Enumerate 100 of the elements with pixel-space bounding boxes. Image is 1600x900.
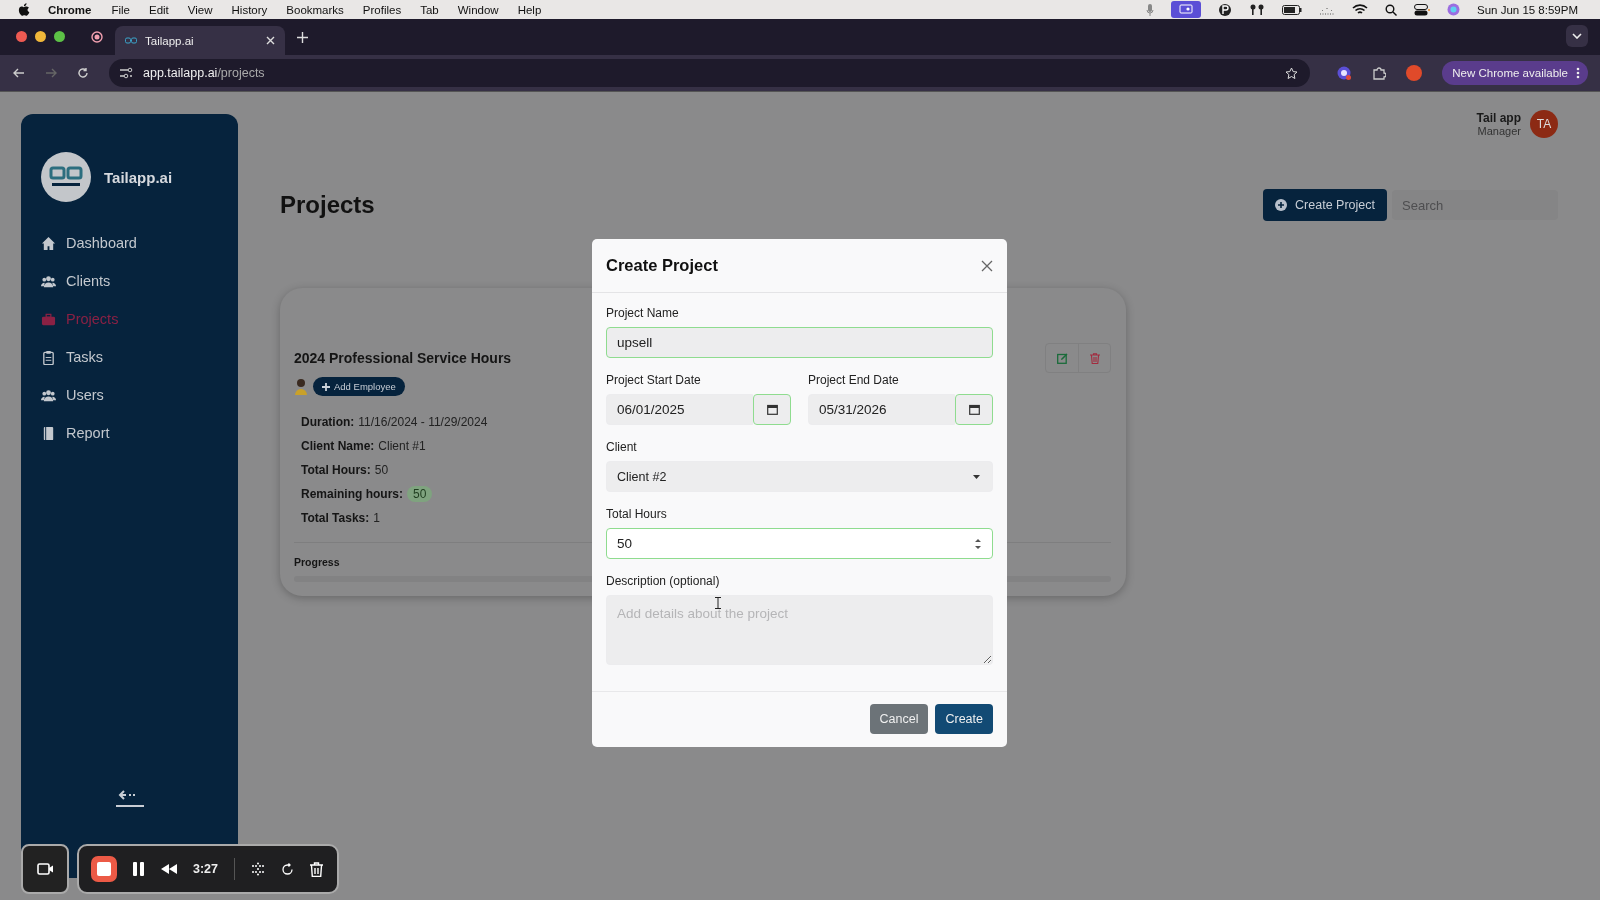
field-label: Total Hours [606, 507, 668, 521]
new-tab-icon[interactable] [297, 32, 308, 43]
menu-item[interactable]: Window [457, 3, 499, 16]
menu-item[interactable]: Profiles [362, 3, 402, 16]
record-icon[interactable] [91, 31, 103, 43]
restart-icon[interactable] [281, 862, 295, 876]
edit-icon [1056, 352, 1068, 364]
glasses-icon [49, 166, 83, 188]
detail-value: 11/16/2024 - 11/29/2024 [358, 415, 488, 429]
add-employee-button[interactable]: Add Employee [313, 377, 405, 396]
home-icon [41, 235, 56, 251]
screen-share-icon[interactable] [1171, 1, 1201, 18]
detail-value: 1 [373, 511, 380, 525]
pause-icon[interactable] [133, 862, 145, 876]
user-role: Manager [1477, 125, 1521, 137]
trash-icon[interactable] [310, 861, 324, 877]
control-center-icon[interactable] [1414, 3, 1430, 16]
input-field[interactable]: upsell [606, 327, 993, 358]
clock-text[interactable]: Sun Jun 15 8:59PM [1477, 3, 1578, 16]
extension-icon[interactable] [1336, 65, 1353, 81]
menu-app-name[interactable]: Chrome [48, 3, 92, 16]
browser-tab[interactable]: Tailapp.ai [115, 26, 285, 55]
site-settings-icon[interactable] [119, 67, 133, 79]
field-label: Client [606, 440, 638, 454]
reload-icon[interactable] [77, 67, 89, 79]
progress-label: Progress [294, 556, 341, 568]
detail-label: Duration: [301, 415, 355, 429]
text-cursor-icon [715, 597, 721, 609]
menu-item[interactable]: Bookmarks [286, 3, 344, 16]
detail-value: 50 [374, 463, 389, 477]
apple-icon[interactable] [18, 2, 30, 17]
spinner-arrows-icon[interactable] [974, 536, 982, 551]
detail-value: Client #1 [378, 439, 426, 453]
calendar-button[interactable] [955, 394, 993, 425]
nav-item[interactable]: Clients [41, 262, 238, 300]
wifi-icon[interactable] [1352, 3, 1368, 16]
trash-icon [1089, 352, 1100, 364]
tab-list-button[interactable] [1566, 25, 1588, 47]
calendar-button[interactable] [753, 394, 791, 425]
menu-item[interactable]: Edit [149, 3, 169, 16]
earbuds-icon[interactable] [1249, 2, 1265, 17]
person-icon [294, 378, 308, 395]
more-icon [1576, 67, 1580, 79]
user-avatar[interactable]: TA [1530, 110, 1558, 138]
calendar-icon [766, 404, 778, 415]
address-bar[interactable]: app.tailapp.ai/projects [109, 59, 1311, 87]
date-field[interactable]: 05/31/2026 [808, 394, 955, 425]
detail-label: Total Hours: [301, 463, 371, 477]
bookmark-star-icon[interactable] [1285, 66, 1299, 80]
back-icon[interactable] [13, 67, 25, 79]
recording-time: 3:27 [193, 862, 219, 876]
grid-dots-icon[interactable] [251, 862, 266, 876]
user-name: Tail app [1476, 111, 1521, 125]
field-label: Project Name [606, 306, 680, 320]
stop-button[interactable] [91, 856, 117, 882]
date-field[interactable]: 06/01/2025 [606, 394, 753, 425]
favicon-icon [125, 36, 137, 45]
battery-icon[interactable] [1282, 4, 1302, 15]
field-label: Description (optional) [606, 574, 721, 588]
update-button[interactable]: New Chrome available [1442, 61, 1588, 85]
caret-icon [973, 474, 980, 479]
create-button[interactable]: Create [935, 704, 993, 734]
microphone-icon[interactable] [1146, 3, 1154, 16]
maximize-window-button[interactable] [54, 31, 65, 42]
menu-item[interactable]: Help [517, 3, 542, 16]
dialog-title: Create Project [606, 256, 718, 275]
project-title: 2024 Professional Service Hours [294, 350, 512, 366]
detail-label: Total Tasks: [301, 511, 370, 525]
brand-name: Tailapp.ai [104, 168, 173, 186]
camera-button[interactable] [21, 844, 69, 894]
menu-item[interactable]: File [111, 3, 130, 16]
stop-icon [97, 862, 111, 876]
detail-label: Client Name: [301, 439, 375, 453]
field-label: Project End Date [808, 373, 900, 387]
number-field[interactable]: 50 [606, 528, 993, 559]
circle-letter-icon[interactable] [1218, 2, 1232, 17]
users-icon [41, 273, 56, 289]
cancel-button[interactable]: Cancel [869, 704, 929, 734]
minimize-window-button[interactable] [35, 31, 46, 42]
nav-item[interactable]: Users [41, 376, 238, 414]
chevron-down-icon [1572, 33, 1582, 39]
close-window-button[interactable] [16, 31, 27, 42]
menu-item[interactable]: History [231, 3, 268, 16]
nav-item[interactable]: Tasks [41, 338, 238, 376]
menu-item[interactable]: Tab [420, 3, 439, 16]
rewind-icon[interactable] [161, 864, 177, 874]
nav-item[interactable]: Dashboard [41, 224, 238, 262]
page-title: Projects [280, 191, 375, 219]
nav-item[interactable]: Report [41, 414, 238, 452]
menu-item[interactable]: View [187, 3, 213, 16]
close-icon[interactable] [981, 259, 993, 272]
profile-avatar[interactable] [1406, 65, 1423, 81]
hours-badge: 50 [407, 486, 433, 502]
client-dropdown[interactable]: Client #2 [606, 461, 993, 492]
description-field[interactable]: Add details about the project [606, 595, 993, 665]
puzzle-icon[interactable] [1372, 66, 1387, 80]
search-icon[interactable] [1385, 3, 1397, 16]
create-project-button[interactable]: Create Project [1263, 189, 1387, 221]
briefcase-icon [41, 311, 56, 327]
siri-icon[interactable] [1447, 3, 1460, 16]
